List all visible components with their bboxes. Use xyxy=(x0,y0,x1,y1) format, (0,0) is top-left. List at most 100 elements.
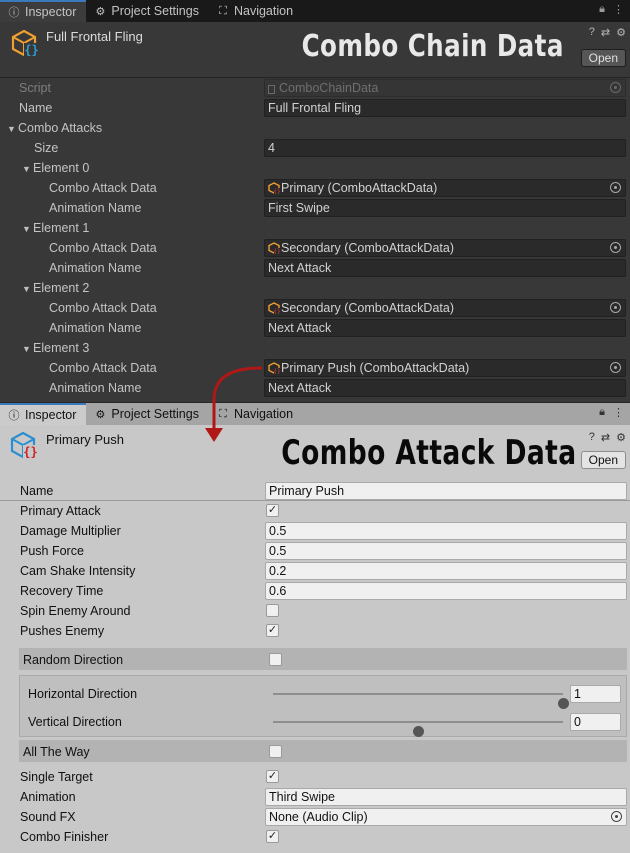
lock-icon[interactable]: 🔒︎ xyxy=(599,406,605,419)
element-foldout[interactable]: ▼ Element 0 xyxy=(0,158,630,178)
tab-project-settings[interactable]: ⚙ Project Settings xyxy=(86,403,209,425)
lock-icon[interactable]: 🔒︎ xyxy=(599,3,605,16)
animation-name-input[interactable]: Next Attack xyxy=(264,259,626,277)
tab-label: Inspector xyxy=(25,5,77,19)
animation-name-input[interactable]: Next Attack xyxy=(264,319,626,337)
field-label: Push Force xyxy=(20,544,84,558)
name-input[interactable]: Full Frontal Fling xyxy=(264,99,626,117)
svg-text:{}: {} xyxy=(23,445,37,459)
scriptable-object-icon: {} xyxy=(11,29,39,57)
field-label: Single Target xyxy=(20,770,93,784)
cam-shake-input[interactable]: 0.2 xyxy=(265,562,627,580)
object-picker-icon[interactable] xyxy=(611,811,622,822)
tab-label: Navigation xyxy=(233,4,294,18)
push-force-input[interactable]: 0.5 xyxy=(265,542,627,560)
combo-attack-asset-icon: {} xyxy=(268,362,280,374)
vertical-slider-thumb[interactable] xyxy=(413,726,424,737)
menu-icon[interactable]: ⋮ xyxy=(613,406,624,419)
animation-name-input[interactable]: Next Attack xyxy=(264,379,626,397)
combo-finisher-checkbox[interactable]: ✓ xyxy=(266,830,279,843)
svg-text:{}: {} xyxy=(273,309,280,315)
vertical-direction-input[interactable]: 0 xyxy=(570,713,621,731)
foldout-arrow-icon: ▼ xyxy=(22,224,31,234)
settings-icon[interactable]: ⚙ xyxy=(616,26,626,39)
info-icon: ⓘ xyxy=(8,7,20,19)
all-the-way-checkbox[interactable] xyxy=(269,745,282,758)
scriptable-object-icon: {} xyxy=(10,431,38,459)
field-label: Spin Enemy Around xyxy=(20,604,131,618)
navigation-icon: ⛶ xyxy=(219,407,227,420)
open-button[interactable]: Open xyxy=(580,49,626,67)
combo-attacks-foldout[interactable]: ▼ Combo Attacks xyxy=(0,118,630,138)
attack-data-field[interactable]: {} Primary Push (ComboAttackData) xyxy=(264,359,626,377)
preset-icon[interactable]: ⇄ xyxy=(601,431,610,444)
animation-input[interactable]: Third Swipe xyxy=(265,788,627,806)
element-foldout[interactable]: ▼ Element 3 xyxy=(0,338,630,358)
combo-finisher-row: Combo Finisher ✓ xyxy=(0,827,630,847)
svg-text:{}: {} xyxy=(273,189,280,195)
tab-label: Inspector xyxy=(25,408,77,422)
attack-data-field[interactable]: {} Secondary (ComboAttackData) xyxy=(264,299,626,317)
field-label: Animation xyxy=(20,790,76,804)
field-value: Secondary (ComboAttackData) xyxy=(281,241,454,255)
tab-navigation[interactable]: ⛶ Navigation xyxy=(209,403,303,425)
animation-name-input[interactable]: First Swipe xyxy=(264,199,626,217)
size-input[interactable]: 4 xyxy=(264,139,626,157)
combo-attack-asset-icon: {} xyxy=(268,302,280,314)
field-value: None (Audio Clip) xyxy=(269,810,368,824)
tab-label: Project Settings xyxy=(111,407,199,421)
menu-icon[interactable]: ⋮ xyxy=(613,3,624,16)
horizontal-slider-track[interactable] xyxy=(273,693,569,709)
tab-label: Project Settings xyxy=(111,4,199,18)
pushes-enemy-checkbox[interactable]: ✓ xyxy=(266,624,279,637)
spin-enemy-checkbox[interactable] xyxy=(266,604,279,617)
recovery-time-row: Recovery Time 0.6 xyxy=(0,581,630,601)
top-tab-bar: ⓘ Inspector ⚙ Project Settings ⛶ Navigat… xyxy=(0,0,630,22)
attack-data-field[interactable]: {} Secondary (ComboAttackData) xyxy=(264,239,626,257)
name-input[interactable]: Primary Push xyxy=(265,482,627,500)
attack-data-row: Combo Attack Data {} Primary Push (ComboA… xyxy=(0,358,630,378)
animation-name-row: Animation Name Next Attack xyxy=(0,258,630,278)
field-label: Combo Attack Data xyxy=(49,301,157,315)
recovery-time-input[interactable]: 0.6 xyxy=(265,582,627,600)
field-label: Combo Attack Data xyxy=(49,361,157,375)
script-file-icon xyxy=(268,85,275,94)
field-label: Name xyxy=(20,484,54,498)
attack-data-field[interactable]: {} Primary (ComboAttackData) xyxy=(264,179,626,197)
tab-navigation[interactable]: ⛶ Navigation xyxy=(209,0,303,22)
tab-inspector[interactable]: ⓘ Inspector xyxy=(0,403,87,425)
window-controls: 🔒︎ ⋮ xyxy=(599,406,624,419)
tab-project-settings[interactable]: ⚙ Project Settings xyxy=(86,0,209,22)
element-foldout[interactable]: ▼ Element 2 xyxy=(0,278,630,298)
foldout-arrow-icon: ▼ xyxy=(7,124,16,134)
size-row: Size 4 xyxy=(0,138,630,158)
object-picker-icon[interactable] xyxy=(610,362,621,373)
field-label: Sound FX xyxy=(20,810,76,824)
object-picker-icon[interactable] xyxy=(610,242,621,253)
help-icon[interactable]: ? xyxy=(589,431,595,444)
object-picker-icon[interactable] xyxy=(610,182,621,193)
damage-multiplier-input[interactable]: 0.5 xyxy=(265,522,627,540)
header-icons: ? ⇄ ⚙ xyxy=(589,431,626,444)
foldout-label: ▼ Combo Attacks xyxy=(7,121,103,135)
settings-icon[interactable]: ⚙ xyxy=(616,431,626,444)
tab-label: Navigation xyxy=(233,407,294,421)
vertical-slider-track[interactable] xyxy=(273,721,563,737)
horizontal-slider-thumb[interactable] xyxy=(558,698,569,709)
help-icon[interactable]: ? xyxy=(589,26,595,39)
primary-attack-row: Primary Attack ✓ xyxy=(0,501,630,521)
attack-data-row: Combo Attack Data {} Secondary (ComboAtta… xyxy=(0,238,630,258)
tab-inspector[interactable]: ⓘ Inspector xyxy=(0,0,87,22)
primary-attack-checkbox[interactable]: ✓ xyxy=(266,504,279,517)
preset-icon[interactable]: ⇄ xyxy=(601,26,610,39)
single-target-checkbox[interactable]: ✓ xyxy=(266,770,279,783)
horizontal-direction-input[interactable]: 1 xyxy=(570,685,621,703)
gear-icon: ⚙ xyxy=(95,5,106,18)
open-button[interactable]: Open xyxy=(580,451,626,469)
sound-fx-row: Sound FX None (Audio Clip) xyxy=(0,807,630,827)
element-foldout[interactable]: ▼ Element 1 xyxy=(0,218,630,238)
random-direction-checkbox[interactable] xyxy=(269,653,282,666)
object-picker-icon[interactable] xyxy=(610,302,621,313)
sound-fx-field[interactable]: None (Audio Clip) xyxy=(265,808,627,826)
vertical-direction-row: Vertical Direction 0 xyxy=(20,711,626,737)
